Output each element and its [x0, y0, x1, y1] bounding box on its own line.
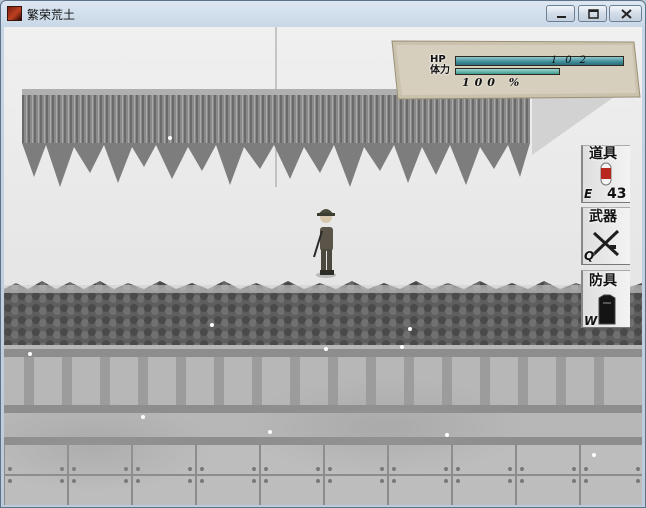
app-icon	[7, 6, 22, 21]
minimize-icon	[557, 16, 566, 18]
ration-capsule-icon	[600, 162, 612, 186]
armor-slot-key: W	[584, 314, 598, 328]
stamina-label: 体力	[430, 65, 450, 76]
game-scene	[4, 27, 642, 505]
armor-slot-title: 防具	[589, 273, 617, 289]
window-title: 繁荣荒土	[27, 8, 76, 22]
stamina-value: 100 %	[462, 76, 525, 89]
maximize-icon	[588, 9, 599, 19]
frozen-hedge	[4, 281, 642, 345]
weapon-slot-title: 武器	[589, 209, 617, 225]
crossed-rifles-icon	[591, 229, 620, 257]
title-bar[interactable]: 繁荣荒土	[1, 1, 645, 27]
item-count: 43	[607, 186, 627, 202]
item-slot-key: E	[584, 187, 593, 201]
close-button[interactable]	[609, 5, 642, 22]
game-window: 繁荣荒土 HP 体力 102 100 % 道具 E 43 武器 Q 防具 W	[0, 0, 646, 508]
hp-label: HP	[430, 54, 446, 65]
game-viewport[interactable]: HP 体力 102 100 % 道具 E 43 武器 Q 防具 W	[4, 27, 642, 505]
stamina-bar-fill	[456, 69, 559, 74]
item-slot-title: 道具	[589, 146, 617, 162]
maximize-button[interactable]	[578, 5, 607, 22]
body-armor-icon	[598, 294, 616, 325]
minimize-button[interactable]	[546, 5, 575, 22]
close-icon	[621, 9, 632, 19]
hp-value: 102	[550, 55, 594, 66]
stamina-bar	[455, 68, 560, 75]
weapon-slot-key: Q	[584, 249, 595, 263]
